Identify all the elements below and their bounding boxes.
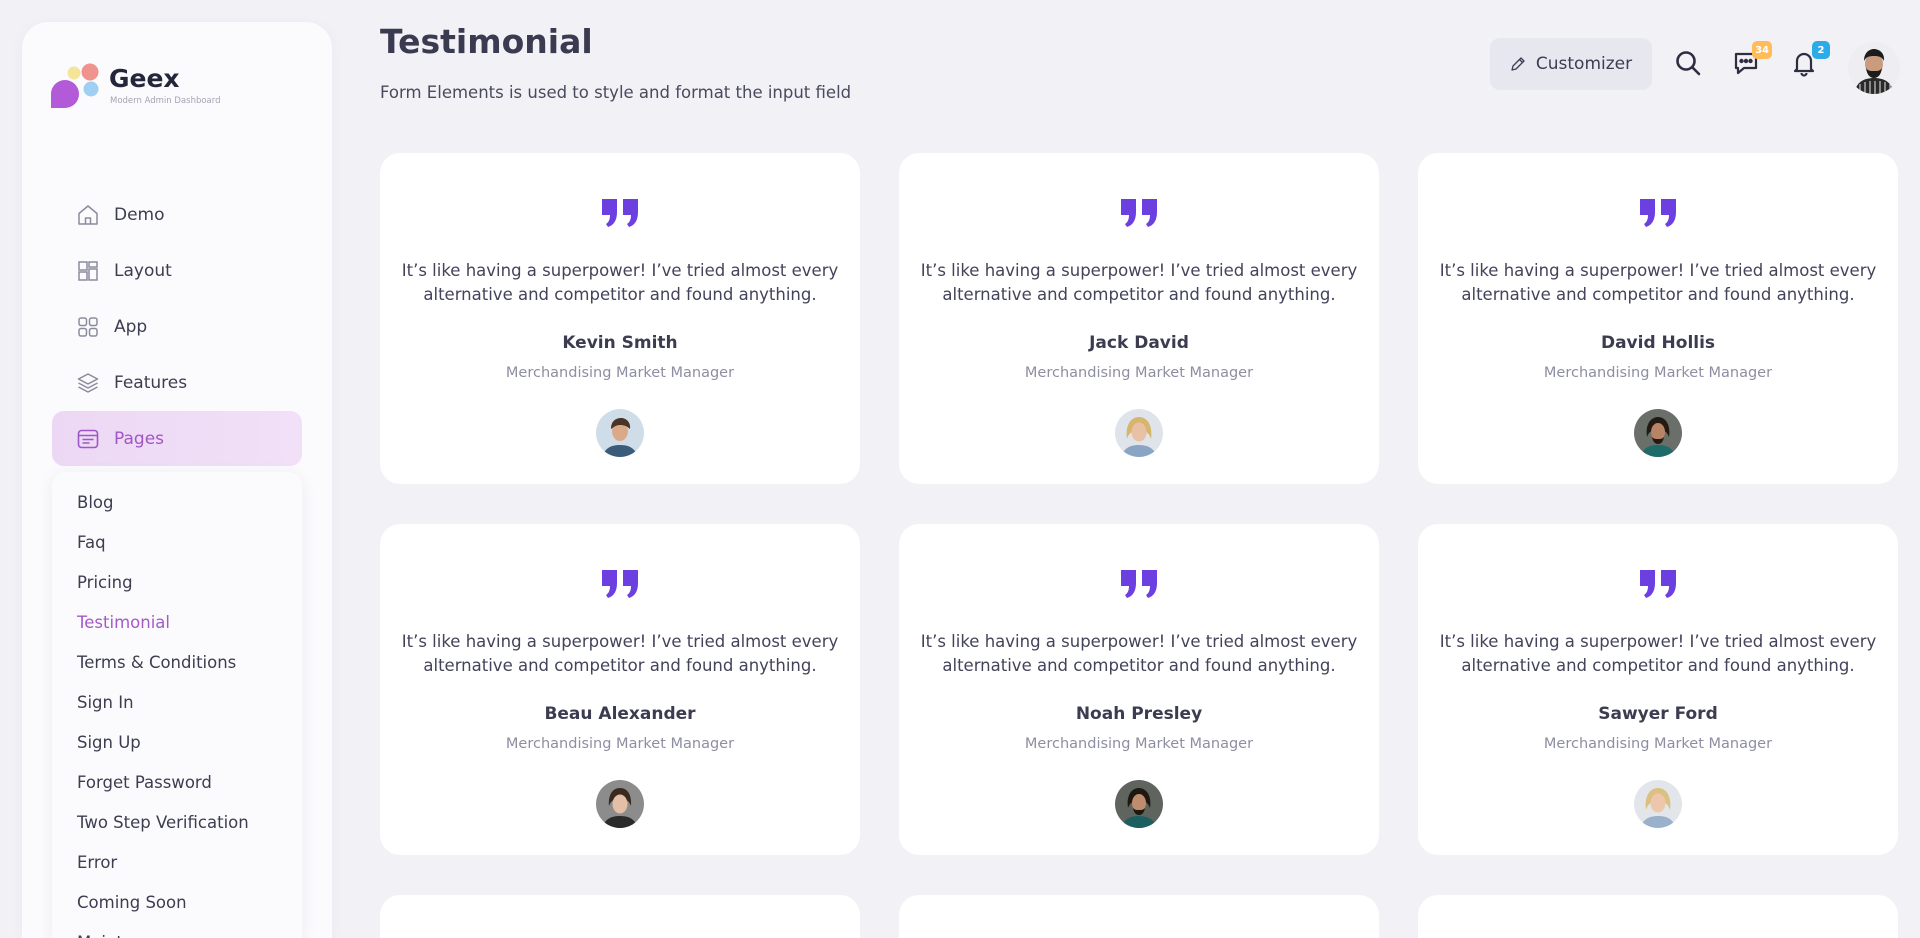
- testimonial-card: It’s like having a superpower! I’ve trie…: [380, 524, 860, 855]
- nav-item-features[interactable]: Features: [52, 355, 302, 410]
- testimonial-card: It’s like having a superpower! I’ve trie…: [899, 524, 1379, 855]
- submenu-item-coming-soon[interactable]: Coming Soon: [52, 883, 302, 923]
- testimonial-avatar: [1115, 780, 1163, 828]
- testimonial-text: It’s like having a superpower! I’ve trie…: [401, 632, 839, 675]
- testimonial-text: It’s like having a superpower! I’ve trie…: [1439, 632, 1877, 675]
- apps-grid-icon: [78, 316, 98, 337]
- testimonial-name: Kevin Smith: [562, 333, 678, 353]
- person-photo: [1115, 780, 1163, 828]
- submenu-item-sign-up[interactable]: Sign Up: [52, 723, 302, 763]
- testimonial-card: It’s like having a superpower! I’ve trie…: [380, 153, 860, 484]
- notifications-badge: 2: [1812, 41, 1830, 59]
- testimonial-card: It’s like having a superpower! I’ve trie…: [899, 153, 1379, 484]
- testimonial-text: It’s like having a superpower! I’ve trie…: [920, 632, 1358, 675]
- customizer-label: Customizer: [1535, 54, 1633, 74]
- brand-title: Geex: [109, 64, 180, 93]
- testimonial-role: Merchandising Market Manager: [1024, 736, 1254, 752]
- testimonial-avatar: [1634, 780, 1682, 828]
- pages-submenu: Blog Faq Pricing Testimonial Terms & Con…: [52, 472, 302, 938]
- testimonial-text: It’s like having a superpower! I’ve trie…: [920, 261, 1358, 304]
- submenu-item-two-step[interactable]: Two Step Verification: [52, 803, 302, 843]
- page-subtitle: Form Elements is used to style and forma…: [380, 83, 852, 102]
- testimonial-name: Jack David: [1089, 333, 1189, 353]
- pages-icon: [77, 429, 99, 448]
- brand-subtitle: Modern Admin Dashboard: [110, 96, 221, 106]
- messages-button[interactable]: 34: [1731, 41, 1772, 78]
- testimonial-avatar: [1115, 409, 1163, 457]
- testimonial-card: It’s like having a superpower! I’ve trie…: [1418, 153, 1898, 484]
- submenu-item-error[interactable]: Error: [52, 843, 302, 883]
- nav-item-pages[interactable]: Pages: [52, 411, 302, 466]
- submenu-item-maintenance[interactable]: Maintenance: [52, 923, 302, 938]
- nav-item-app[interactable]: App: [52, 299, 302, 354]
- testimonial-card-partial: [1418, 895, 1898, 938]
- layers-icon: [77, 372, 99, 393]
- testimonial-avatar: [1634, 409, 1682, 457]
- person-photo: [596, 409, 644, 457]
- submenu-item-terms[interactable]: Terms & Conditions: [52, 643, 302, 683]
- search-icon: [1676, 51, 1701, 76]
- nav-label: Layout: [114, 260, 172, 281]
- quote-icon: [602, 199, 638, 227]
- quote-icon: [1640, 199, 1676, 227]
- testimonial-text: It’s like having a superpower! I’ve trie…: [1439, 261, 1877, 304]
- nav-label: Features: [114, 372, 188, 393]
- nav-item-layout[interactable]: Layout: [52, 243, 302, 298]
- nav-label: Pages: [114, 428, 165, 449]
- geex-logo: [51, 63, 99, 108]
- nav-label: Demo: [114, 204, 165, 225]
- testimonial-name: Sawyer Ford: [1598, 704, 1718, 724]
- quote-icon: [1121, 199, 1157, 227]
- submenu-item-sign-in[interactable]: Sign In: [52, 683, 302, 723]
- page-title: Testimonial: [380, 22, 593, 61]
- search-button[interactable]: [1673, 48, 1703, 78]
- person-photo: [1634, 409, 1682, 457]
- testimonial-text: It’s like having a superpower! I’ve trie…: [401, 261, 839, 304]
- brand[interactable]: Geex Modern Admin Dashboard: [50, 60, 290, 120]
- testimonial-card-partial: [899, 895, 1379, 938]
- person-photo: [596, 780, 644, 828]
- main-nav: Demo Layout App Features Pages: [52, 187, 302, 467]
- user-avatar[interactable]: [1848, 42, 1900, 94]
- nav-item-demo[interactable]: Demo: [52, 187, 302, 242]
- testimonial-name: David Hollis: [1600, 333, 1716, 353]
- testimonial-role: Merchandising Market Manager: [505, 736, 735, 752]
- testimonial-role: Merchandising Market Manager: [505, 365, 735, 381]
- testimonial-card: It’s like having a superpower! I’ve trie…: [1418, 524, 1898, 855]
- notifications-button[interactable]: 2: [1789, 41, 1830, 78]
- quote-icon: [1640, 570, 1676, 598]
- person-photo: [1115, 409, 1163, 457]
- testimonial-card-partial: [380, 895, 860, 938]
- sidebar: Geex Modern Admin Dashboard Demo Layout …: [22, 22, 332, 938]
- nav-label: App: [114, 316, 148, 337]
- testimonial-role: Merchandising Market Manager: [1024, 365, 1254, 381]
- testimonial-avatar: [596, 409, 644, 457]
- testimonial-name: Beau Alexander: [544, 704, 696, 724]
- testimonial-avatar: [596, 780, 644, 828]
- person-photo: [1634, 780, 1682, 828]
- submenu-item-forget-password[interactable]: Forget Password: [52, 763, 302, 803]
- submenu-item-blog[interactable]: Blog: [52, 483, 302, 523]
- submenu-item-faq[interactable]: Faq: [52, 523, 302, 563]
- submenu-item-testimonial[interactable]: Testimonial: [52, 603, 302, 643]
- messages-badge: 34: [1752, 41, 1772, 59]
- user-photo: [1848, 42, 1900, 94]
- home-icon: [78, 204, 98, 225]
- layout-icon: [78, 260, 98, 281]
- customizer-button[interactable]: Customizer: [1490, 38, 1652, 90]
- quote-icon: [1121, 570, 1157, 598]
- submenu-item-pricing[interactable]: Pricing: [52, 563, 302, 603]
- testimonial-name: Noah Presley: [1075, 704, 1203, 724]
- testimonial-role: Merchandising Market Manager: [1543, 736, 1773, 752]
- testimonial-role: Merchandising Market Manager: [1543, 365, 1773, 381]
- quote-icon: [602, 570, 638, 598]
- pencil-icon: [1511, 57, 1525, 71]
